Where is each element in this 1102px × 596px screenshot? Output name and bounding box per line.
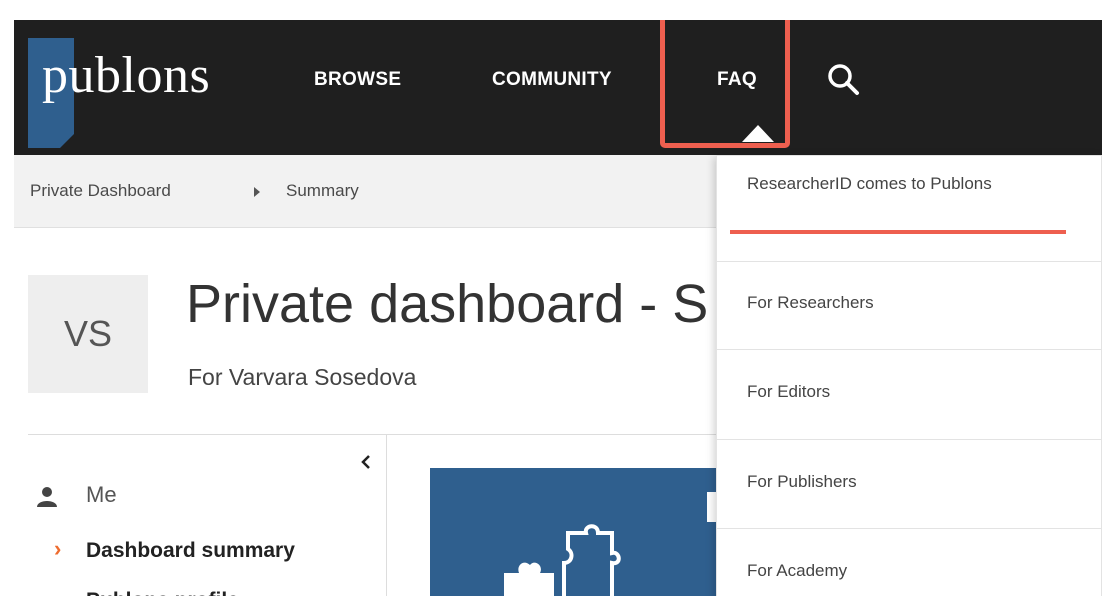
active-chevron-icon: ›: [54, 536, 62, 561]
menu-item-for-editors[interactable]: For Editors: [747, 380, 830, 404]
menu-divider: [717, 349, 1102, 350]
menu-item-for-academy[interactable]: For Academy: [747, 559, 847, 583]
top-navbar: publons BROWSE COMMUNITY FAQ: [14, 20, 1102, 155]
sidebar-border: [386, 434, 387, 596]
faq-dropdown-menu: ResearcherID comes to Publons For Resear…: [716, 155, 1102, 596]
menu-divider: [717, 261, 1102, 262]
sidebar-divider: [28, 434, 388, 435]
user-icon: [37, 487, 57, 507]
search-icon[interactable]: [824, 60, 864, 100]
menu-item-researcherid[interactable]: ResearcherID comes to Publons: [747, 172, 1007, 196]
nav-browse[interactable]: BROWSE: [314, 68, 401, 92]
page: publons BROWSE COMMUNITY FAQ Private Das…: [14, 20, 1102, 596]
avatar: VS: [28, 275, 148, 393]
menu-item-for-researchers[interactable]: For Researchers: [747, 291, 874, 315]
chevron-left-icon[interactable]: [354, 450, 378, 474]
page-subtitle: For Varvara Sosedova: [188, 364, 417, 390]
menu-item-highlight-underline: [730, 230, 1066, 234]
breadcrumb-private-dashboard[interactable]: Private Dashboard: [30, 181, 171, 201]
chevron-right-icon: [254, 187, 260, 197]
menu-divider: [717, 528, 1102, 529]
puzzle-icon: [504, 524, 621, 596]
sidebar-section-me[interactable]: Me: [86, 482, 117, 508]
content-divider: [386, 434, 716, 435]
page-title: Private dashboard - S: [186, 274, 709, 334]
menu-divider: [717, 439, 1102, 440]
sidebar-item-dashboard-summary[interactable]: Dashboard summary: [86, 539, 295, 563]
sidebar-item-publons-profile[interactable]: Publons profile: [86, 584, 239, 596]
nav-community[interactable]: COMMUNITY: [492, 68, 612, 92]
logo[interactable]: publons: [42, 46, 210, 106]
dropdown-caret: [742, 125, 774, 142]
breadcrumb-summary[interactable]: Summary: [286, 181, 359, 201]
menu-item-for-publishers[interactable]: For Publishers: [747, 470, 857, 494]
